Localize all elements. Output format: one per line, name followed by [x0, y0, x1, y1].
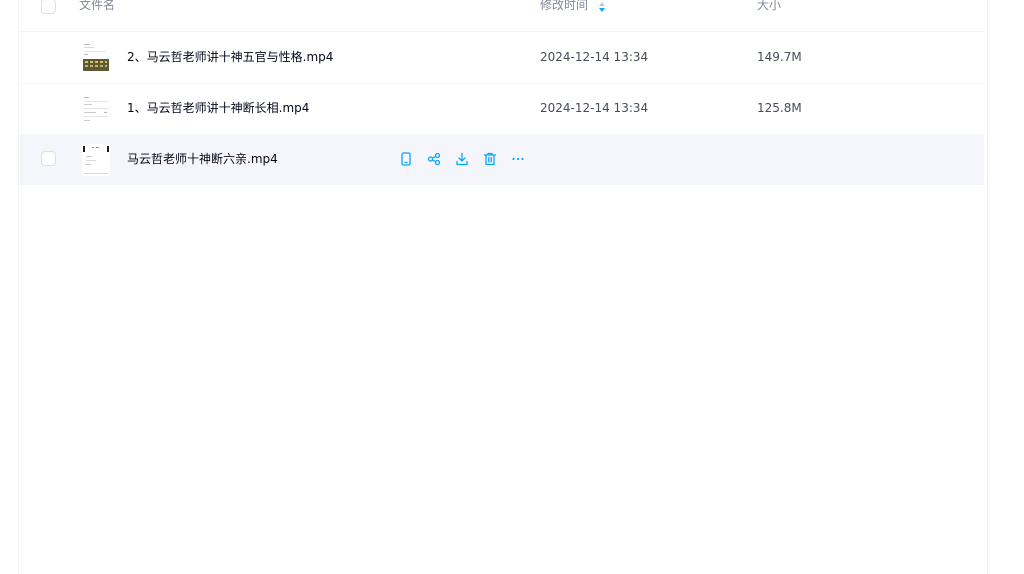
file-name[interactable]: 1、马云哲老师讲十神断长相.mp4 [127, 101, 309, 115]
column-header-modified[interactable]: 修改时间 [540, 0, 588, 12]
row-checkbox[interactable] [41, 151, 56, 166]
file-name[interactable]: 2、马云哲老师讲十神五官与性格.mp4 [127, 50, 333, 64]
share-icon[interactable] [426, 151, 442, 167]
file-list-header: 文件名 修改时间 大小 [19, 0, 985, 32]
select-all-checkbox[interactable] [41, 0, 56, 14]
video-thumbnail [82, 42, 110, 74]
row-action-bar [398, 151, 526, 167]
file-modified-time: 2024-12-14 13:34 [540, 101, 649, 115]
video-thumbnail [82, 93, 110, 125]
file-row-hovered[interactable]: 马云哲老师十神断六亲.mp4 [20, 134, 984, 185]
file-row[interactable]: 1、马云哲老师讲十神断长相.mp4 2024-12-14 13:34 125.8… [19, 83, 985, 135]
column-header-name[interactable]: 文件名 [79, 0, 115, 12]
sort-icon[interactable] [598, 0, 606, 14]
file-size: 125.8M [757, 101, 802, 115]
phone-icon[interactable] [398, 151, 414, 167]
file-row[interactable]: 2、马云哲老师讲十神五官与性格.mp4 2024-12-14 13:34 149… [19, 32, 985, 84]
file-list-panel: 文件名 修改时间 大小 2、马云哲老师讲十神五官与性格.mp4 2024-12-… [18, 0, 988, 574]
file-size: 149.7M [757, 50, 802, 64]
file-modified-time: 2024-12-14 13:34 [540, 50, 649, 64]
more-icon[interactable] [510, 151, 526, 167]
delete-icon[interactable] [482, 151, 498, 167]
file-name[interactable]: 马云哲老师十神断六亲.mp4 [127, 152, 278, 166]
video-thumbnail [82, 144, 110, 176]
download-icon[interactable] [454, 151, 470, 167]
column-header-size[interactable]: 大小 [757, 0, 781, 12]
